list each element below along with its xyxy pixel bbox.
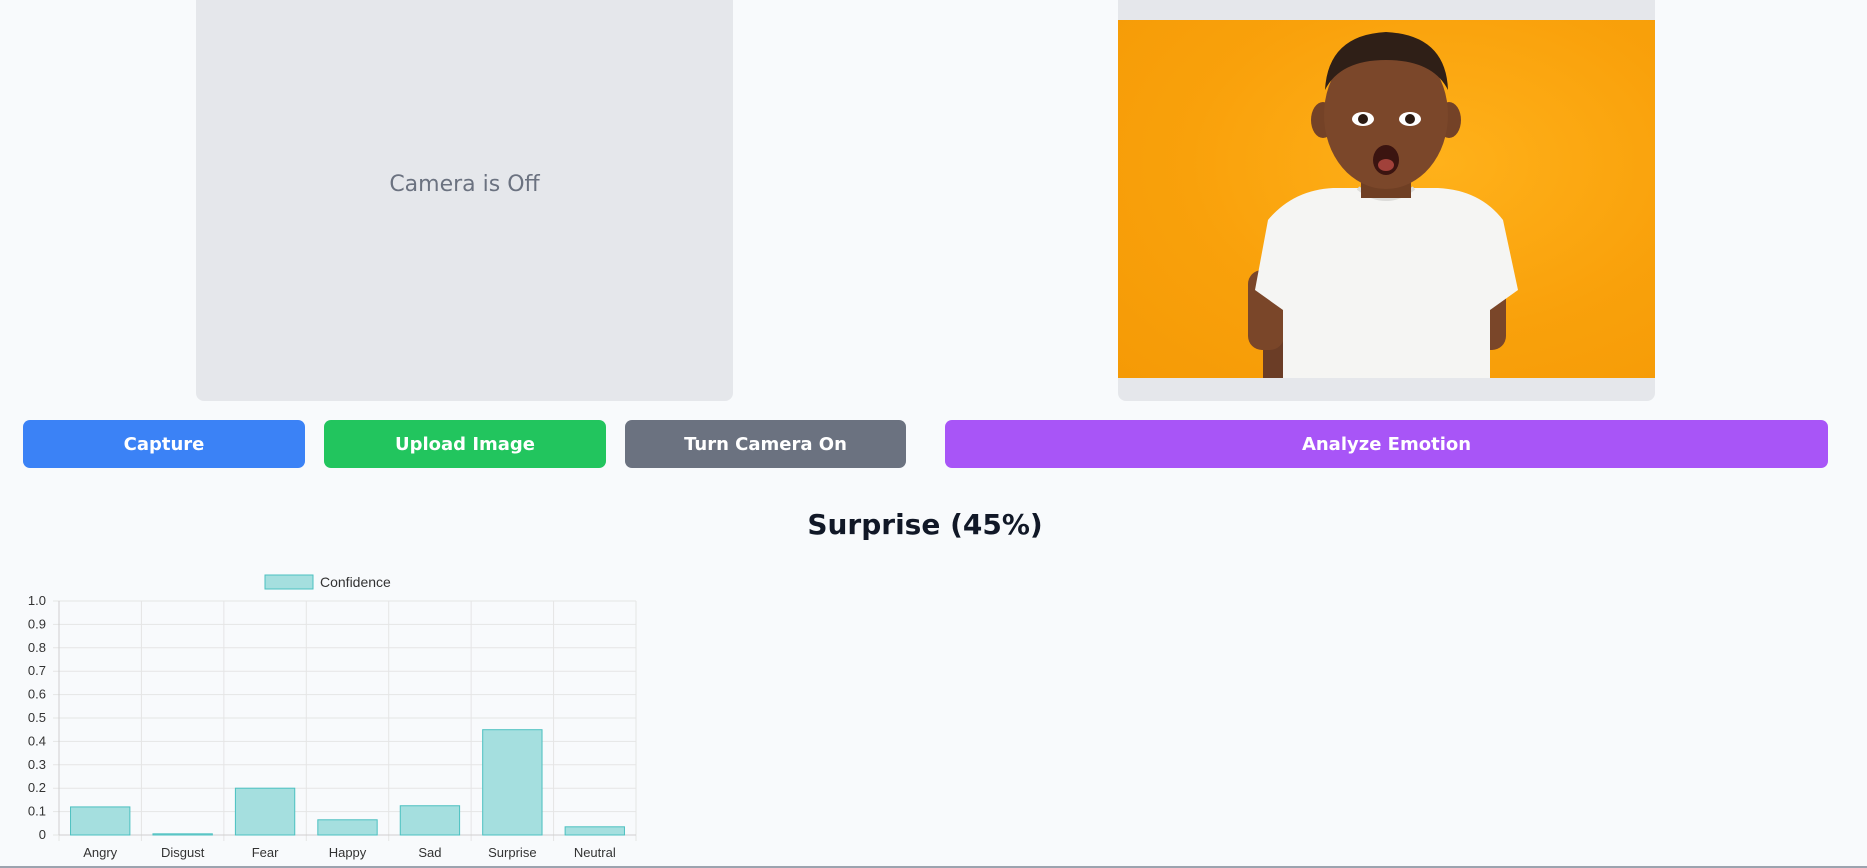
y-tick-label: 0.7 — [28, 663, 46, 678]
x-tick-label: Sad — [418, 845, 441, 860]
legend-label: Confidence — [320, 574, 391, 590]
camera-feed-panel: Camera is Off — [196, 0, 733, 401]
bar-fear[interactable] — [234, 787, 296, 836]
y-tick-label: 0.6 — [28, 687, 46, 702]
result-emotion-title: Surprise (45%) — [807, 508, 1043, 541]
x-tick-label: Neutral — [574, 845, 616, 860]
x-tick-label: Surprise — [488, 845, 536, 860]
y-tick-label: 0.5 — [28, 710, 46, 725]
bar-angry[interactable] — [70, 806, 131, 836]
bar-neutral[interactable] — [564, 826, 625, 836]
image-preview-panel — [1118, 0, 1655, 401]
bar-disgust[interactable] — [152, 833, 213, 836]
capture-button[interactable]: Capture — [23, 420, 305, 468]
bar-happy[interactable] — [317, 819, 378, 836]
bar-sad[interactable] — [399, 805, 461, 836]
x-tick-label: Disgust — [161, 845, 205, 860]
emotion-confidence-chart: 0 0.1 0.2 0.3 0.4 0.5 0.6 0.7 0.8 0.9 1.0 Angry Dis… — [28, 574, 637, 860]
y-tick-label: 0 — [39, 827, 46, 842]
y-tick-label: 0.9 — [28, 616, 46, 631]
upload-image-button[interactable]: Upload Image — [324, 420, 606, 468]
y-tick-label: 0.8 — [28, 640, 46, 655]
analyze-emotion-button[interactable]: Analyze Emotion — [945, 420, 1828, 468]
legend-swatch — [264, 574, 314, 590]
camera-status-text: Camera is Off — [389, 172, 540, 197]
y-tick-label: 0.2 — [28, 780, 46, 795]
y-tick-label: 0.3 — [28, 757, 46, 772]
x-tick-label: Angry — [83, 845, 117, 860]
bar-surprise[interactable] — [482, 729, 543, 836]
y-tick-label: 0.4 — [28, 733, 46, 748]
x-tick-label: Fear — [252, 845, 279, 860]
y-tick-label: 1.0 — [28, 593, 46, 608]
x-tick-label: Happy — [329, 845, 367, 860]
y-tick-label: 0.1 — [28, 804, 46, 819]
turn-camera-on-button[interactable]: Turn Camera On — [625, 420, 906, 468]
uploaded-photo — [1118, 20, 1655, 378]
